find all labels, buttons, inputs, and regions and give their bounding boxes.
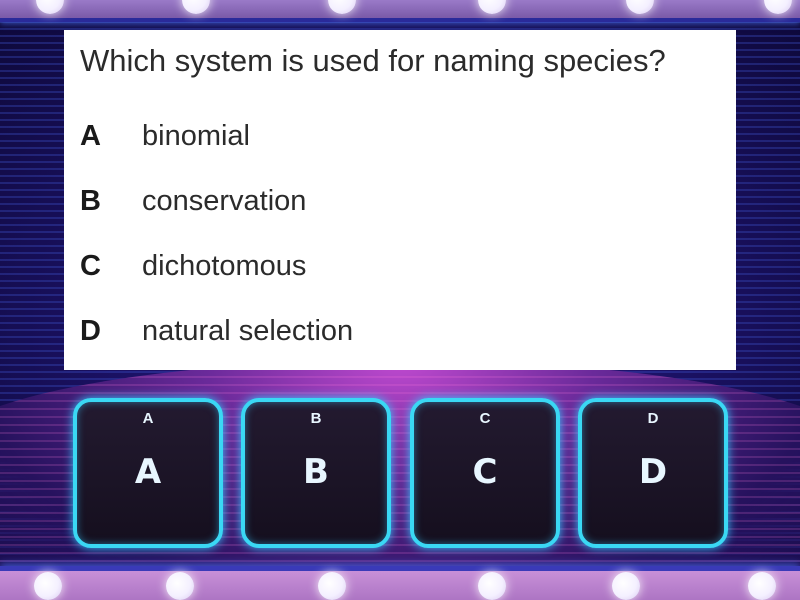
light-bulb-icon [748, 572, 776, 600]
light-bulb-icon [34, 572, 62, 600]
option-text: binomial [142, 120, 250, 152]
option-letter: A [80, 120, 101, 152]
option-letter: C [80, 250, 101, 282]
answer-button-b[interactable]: B B [241, 398, 391, 548]
top-light-strip [0, 0, 800, 22]
option-a: Abinomial [80, 120, 250, 153]
answer-button-label: B [303, 452, 329, 492]
light-bulb-icon [318, 572, 346, 600]
answer-button-small-label: A [142, 410, 154, 427]
light-bulb-icon [478, 572, 506, 600]
answer-button-small-label: D [647, 410, 659, 427]
option-text: dichotomous [142, 250, 307, 282]
answer-button-small-label: B [310, 410, 322, 427]
answer-button-label: D [638, 452, 668, 492]
answer-button-label: C [472, 452, 498, 492]
option-c: Cdichotomous [80, 250, 306, 283]
answer-button-a[interactable]: A A [73, 398, 223, 548]
option-text: natural selection [142, 315, 354, 347]
bottom-light-strip [0, 566, 800, 600]
answer-button-d[interactable]: D D [578, 398, 728, 548]
question-text: Which system is used for naming species? [80, 43, 666, 78]
question-card: Which system is used for naming species?… [64, 30, 736, 370]
game-stage: Which system is used for naming species?… [0, 0, 800, 600]
answer-button-c[interactable]: C C [410, 398, 560, 548]
option-letter: B [80, 185, 101, 217]
light-bulb-icon [612, 572, 640, 600]
answer-button-label: A [134, 452, 162, 492]
light-bulb-icon [166, 572, 194, 600]
option-d: Dnatural selection [80, 315, 353, 348]
option-letter: D [80, 315, 101, 347]
option-text: conservation [142, 185, 307, 217]
answer-button-small-label: C [479, 410, 491, 427]
option-b: Bconservation [80, 185, 306, 218]
